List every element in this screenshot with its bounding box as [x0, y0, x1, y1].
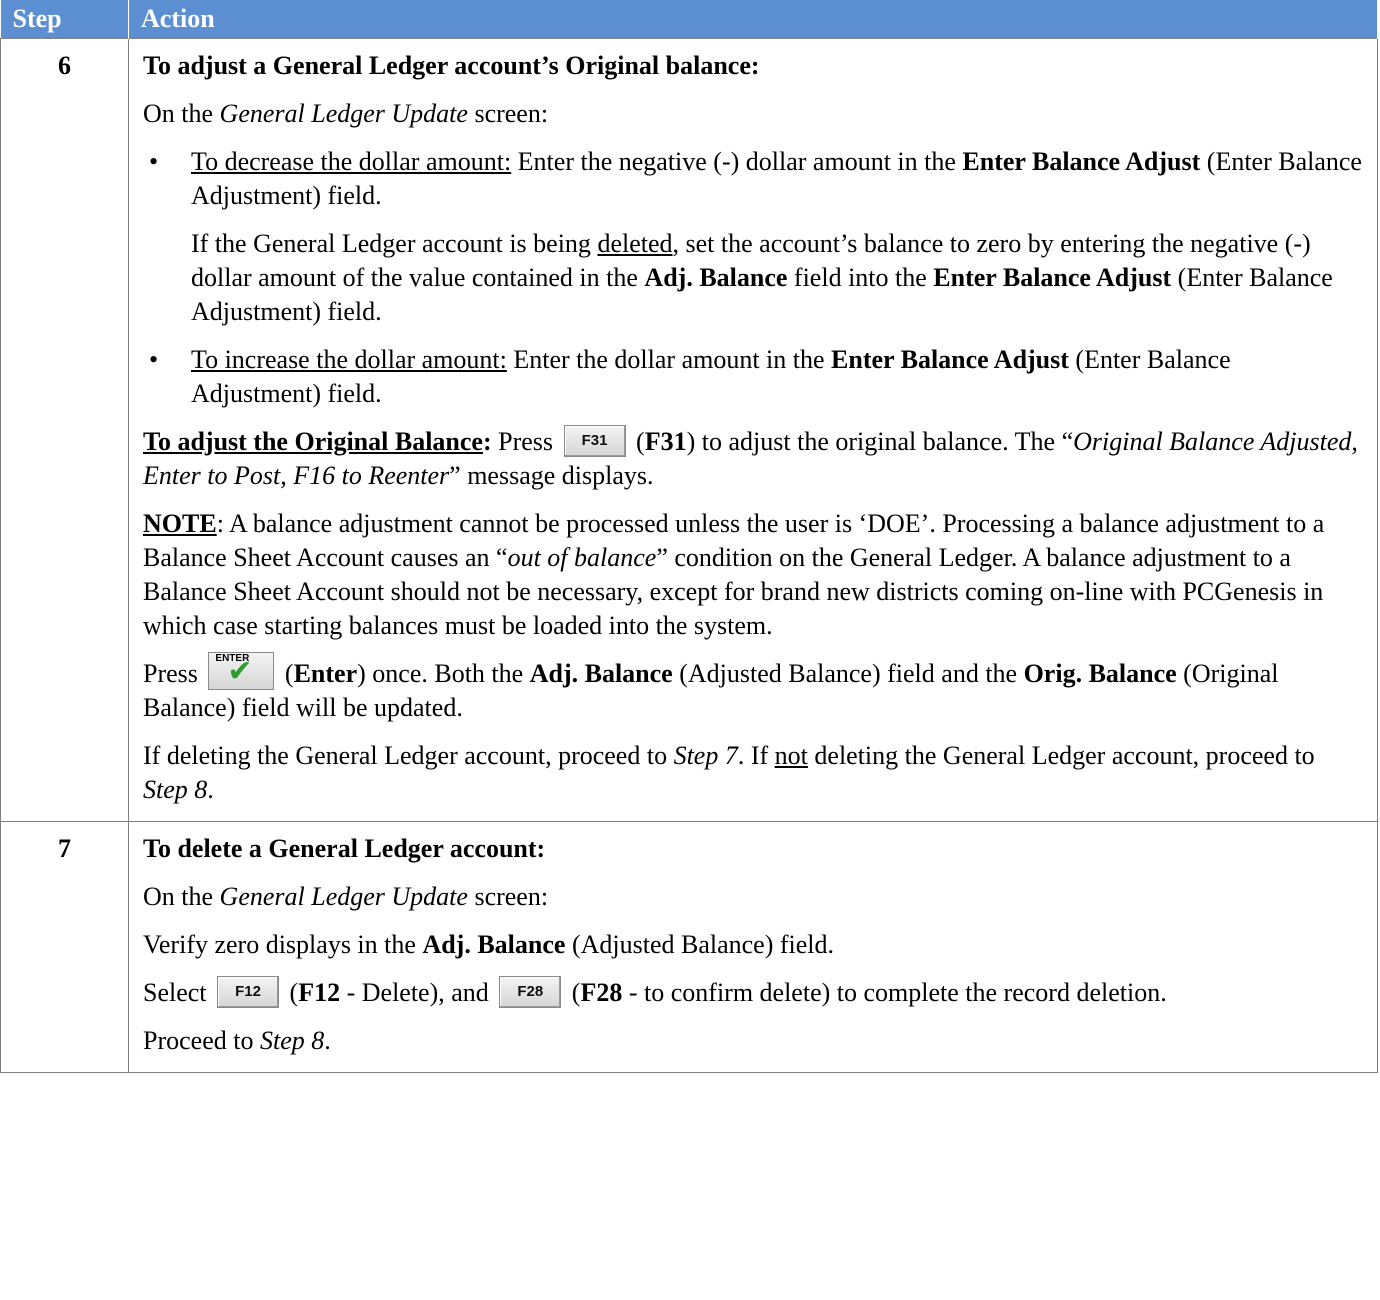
screen-instruction: On the General Ledger Update screen:	[143, 99, 549, 128]
screen-name: General Ledger Update	[219, 99, 468, 128]
screen-name: General Ledger Update	[219, 882, 468, 911]
step-action: To adjust a General Ledger account’s Ori…	[128, 38, 1378, 822]
table-header-row: Step Action	[0, 0, 1378, 39]
f28-key-icon[interactable]: F28	[499, 976, 562, 1009]
press-enter-instruction: Press ENTER ✔ (Enter) once. Both the Adj.…	[143, 652, 1279, 722]
select-delete-instruction: Select F12 (F12 - Delete), and F28 (F28 …	[143, 976, 1167, 1009]
f31-key-icon[interactable]: F31	[563, 425, 626, 458]
step-column-header: Step	[0, 0, 129, 39]
bullet-increase: • To increase the dollar amount: Enter t…	[149, 345, 1231, 408]
step-heading: To delete a General Ledger account:	[143, 834, 546, 863]
screen-instruction: On the General Ledger Update screen:	[143, 882, 549, 911]
step-number: 6	[0, 38, 129, 822]
proceed-instruction: Proceed to Step 8.	[143, 1026, 331, 1055]
f12-key-icon[interactable]: F12	[217, 976, 280, 1009]
enter-key-icon[interactable]: ENTER ✔	[208, 652, 275, 691]
note-paragraph: NOTE: A balance adjustment cannot be pro…	[143, 509, 1325, 640]
delete-instruction: If the General Ledger account is being d…	[191, 229, 1333, 326]
step-action: To delete a General Ledger account: On t…	[128, 821, 1378, 1073]
step-number: 7	[0, 821, 129, 1073]
action-column-header: Action	[128, 0, 1378, 39]
step-row-6: 6 To adjust a General Ledger account’s O…	[0, 38, 1378, 822]
step-heading: To adjust a General Ledger account’s Ori…	[143, 51, 760, 80]
bullet-icon: •	[149, 345, 159, 374]
step-row-7: 7 To delete a General Ledger account: On…	[0, 821, 1378, 1073]
adjust-original-instruction: To adjust the Original Balance: Press F3…	[143, 425, 1358, 490]
steps-table: Step Action 6 To adjust a General Ledger…	[0, 0, 1378, 1073]
bullet-decrease: • To decrease the dollar amount: Enter t…	[149, 147, 1362, 210]
proceed-instruction: If deleting the General Ledger account, …	[143, 741, 1315, 804]
verify-instruction: Verify zero displays in the Adj. Balance…	[143, 930, 835, 959]
bullet-icon: •	[149, 147, 159, 176]
